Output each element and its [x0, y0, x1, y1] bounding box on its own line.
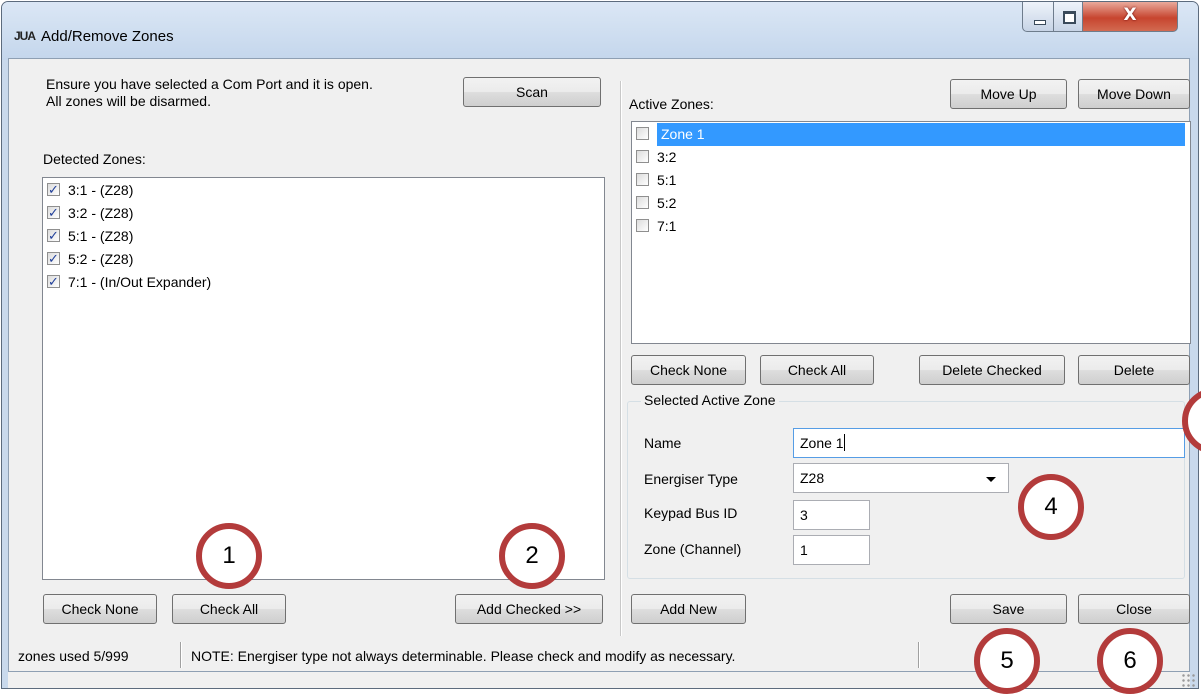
list-item[interactable]: 3:1 - (Z28): [47, 179, 133, 202]
window-title: Add/Remove Zones: [41, 28, 174, 45]
close-icon: X: [1123, 5, 1137, 25]
keypad-bus-id-input[interactable]: 3: [793, 500, 870, 530]
checkbox[interactable]: [636, 219, 649, 232]
maximize-button[interactable]: [1053, 2, 1083, 32]
list-item[interactable]: 7:1: [636, 215, 676, 238]
checkbox[interactable]: [636, 196, 649, 209]
checkbox[interactable]: [47, 179, 60, 202]
app-logo: JUA: [14, 29, 36, 43]
checkbox[interactable]: [47, 202, 60, 225]
callout-badge-4: 4: [1018, 474, 1084, 540]
close-window-button[interactable]: X: [1082, 2, 1178, 32]
save-button[interactable]: Save: [950, 594, 1067, 624]
checkbox[interactable]: [47, 248, 60, 271]
title-bar[interactable]: JUA Add/Remove Zones X: [2, 2, 1198, 60]
delete-button[interactable]: Delete: [1078, 355, 1190, 385]
chevron-down-icon: [986, 477, 996, 482]
energiser-type-label: Energiser Type: [644, 471, 738, 487]
energiser-type-select[interactable]: Z28: [793, 463, 1009, 493]
name-label: Name: [644, 435, 682, 451]
group-title: Selected Active Zone: [641, 392, 779, 408]
scan-button[interactable]: Scan: [463, 77, 601, 107]
list-item[interactable]: 3:2: [636, 146, 676, 169]
callout-badge-5: 5: [974, 628, 1040, 694]
list-item[interactable]: 5:2 - (Z28): [47, 248, 133, 271]
delete-checked-button[interactable]: Delete Checked: [919, 355, 1065, 385]
checkbox[interactable]: [47, 271, 60, 294]
list-item[interactable]: 5:2: [636, 192, 676, 215]
list-item[interactable]: 3:2 - (Z28): [47, 202, 133, 225]
move-down-button[interactable]: Move Down: [1078, 79, 1190, 109]
checkbox[interactable]: [636, 173, 649, 186]
close-button[interactable]: Close: [1078, 594, 1190, 624]
keypad-bus-id-label: Keypad Bus ID: [644, 505, 738, 521]
callout-badge-6: 6: [1097, 628, 1163, 694]
checkbox[interactable]: [636, 150, 649, 163]
list-item[interactable]: 7:1 - (In/Out Expander): [47, 271, 211, 294]
list-item-selected[interactable]: Zone 1: [636, 123, 1185, 146]
detected-zones-label: Detected Zones:: [43, 151, 146, 167]
resize-grip-icon[interactable]: [1181, 673, 1195, 687]
add-new-button[interactable]: Add New: [631, 594, 746, 624]
callout-badge-1: 1: [196, 523, 262, 589]
active-zones-list[interactable]: Zone 1 3:2 5:1 5:2 7:1: [631, 121, 1191, 344]
left-check-all-button[interactable]: Check All: [172, 594, 286, 624]
status-separator: [918, 642, 920, 668]
detected-zones-list[interactable]: 3:1 - (Z28) 3:2 - (Z28) 5:1 - (Z28) 5:2 …: [42, 177, 605, 580]
minimize-button[interactable]: [1022, 2, 1054, 32]
add-checked-button[interactable]: Add Checked >>: [455, 594, 603, 624]
panel-divider: [620, 81, 622, 636]
instruction-line-1: Ensure you have selected a Com Port and …: [46, 76, 373, 92]
callout-badge-2: 2: [499, 523, 565, 589]
energiser-note-status: NOTE: Energiser type not always determin…: [191, 648, 736, 664]
left-check-none-button[interactable]: Check None: [43, 594, 157, 624]
checkbox[interactable]: [47, 225, 60, 248]
dialog-client-area: Ensure you have selected a Com Port and …: [8, 58, 1191, 672]
move-up-button[interactable]: Move Up: [950, 79, 1067, 109]
status-separator: [180, 642, 182, 668]
right-check-all-button[interactable]: Check All: [760, 355, 874, 385]
list-item[interactable]: 5:1: [636, 169, 676, 192]
zone-channel-input[interactable]: 1: [793, 535, 870, 565]
right-check-none-button[interactable]: Check None: [631, 355, 746, 385]
zone-channel-label: Zone (Channel): [644, 541, 742, 557]
name-input[interactable]: Zone 1: [793, 428, 1185, 458]
instruction-line-2: All zones will be disarmed.: [46, 93, 211, 109]
checkbox[interactable]: [636, 127, 649, 140]
active-zones-label: Active Zones:: [629, 96, 714, 112]
list-item[interactable]: 5:1 - (Z28): [47, 225, 133, 248]
zones-used-status: zones used 5/999: [18, 648, 129, 664]
